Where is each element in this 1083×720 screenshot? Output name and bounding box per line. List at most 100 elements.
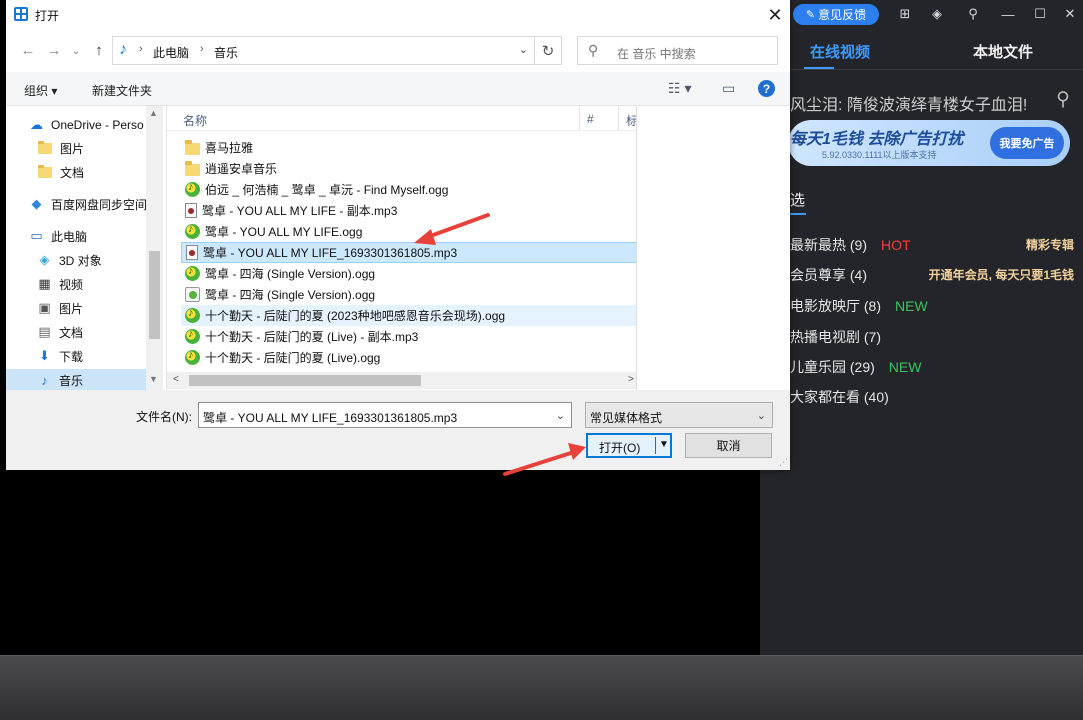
file-row[interactable]: 喜马拉雅 bbox=[181, 137, 636, 158]
open-button[interactable]: 打开(O) ▼ bbox=[586, 433, 672, 458]
dialog-close-button[interactable]: ✕ bbox=[760, 0, 790, 30]
mp3-file-icon bbox=[185, 203, 197, 218]
scroll-left-icon[interactable]: < bbox=[173, 374, 179, 385]
nav-pane-scrollbar[interactable]: ▲ ▼ bbox=[146, 106, 163, 390]
category-link[interactable]: 精彩专辑 bbox=[1026, 236, 1074, 253]
column-divider[interactable] bbox=[579, 106, 580, 131]
address-bar[interactable]: ♪ › 此电脑 › 音乐 ⌄ bbox=[112, 36, 535, 65]
nav-item-this-pc[interactable]: ▭ 此电脑 bbox=[28, 225, 87, 247]
folder-icon bbox=[38, 143, 52, 154]
category-row[interactable]: 会员尊享 (4) 开通年会员, 每天只要1毛钱 bbox=[790, 265, 1080, 285]
file-name: 喜马拉雅 bbox=[205, 139, 253, 156]
ad-remove-button[interactable]: 我要免广告 bbox=[990, 127, 1064, 159]
search-placeholder: 在 音乐 中搜索 bbox=[617, 45, 696, 62]
resize-grip-icon[interactable]: ⋰ bbox=[779, 457, 788, 468]
breadcrumb-this-pc[interactable]: 此电脑 bbox=[153, 44, 189, 61]
nav-item-pictures-pc[interactable]: ▣ 图片 bbox=[36, 297, 83, 319]
category-label: 热播电视剧 (7) bbox=[790, 329, 881, 345]
apps-icon[interactable]: ⊞ bbox=[897, 6, 913, 22]
feedback-button[interactable]: ✎ 意见反馈 bbox=[793, 4, 879, 25]
category-label: 电影放映厅 (8) bbox=[790, 298, 881, 314]
up-arrow-icon[interactable]: ↑ bbox=[89, 40, 109, 60]
scroll-up-icon[interactable]: ▲ bbox=[149, 108, 158, 118]
ad-main-text: 每天1毛钱 去除广告打扰 bbox=[790, 125, 963, 149]
nav-item-documents-pc[interactable]: ▤ 文档 bbox=[36, 321, 83, 343]
box-icon[interactable]: ◈ bbox=[929, 6, 945, 22]
nav-item-label: 此电脑 bbox=[51, 228, 87, 245]
category-row[interactable]: 最新最热 (9)HOT 精彩专辑 bbox=[790, 235, 1080, 255]
preview-pane-icon[interactable]: ▭ bbox=[722, 80, 735, 97]
filename-value: 鹭卓 - YOU ALL MY LIFE_1693301361805.mp3 bbox=[203, 409, 457, 426]
column-header-title[interactable]: 标 bbox=[626, 112, 636, 129]
chevron-down-icon[interactable]: ⌄ bbox=[556, 409, 565, 422]
nav-item-3d-objects[interactable]: ◈ 3D 对象 bbox=[36, 249, 102, 271]
category-row[interactable]: 大家都在看 (40) bbox=[790, 387, 1080, 407]
file-row-selected[interactable]: 鹭卓 - YOU ALL MY LIFE_1693301361805.mp3 bbox=[181, 242, 636, 263]
help-icon[interactable]: ? bbox=[758, 80, 775, 97]
chevron-down-icon[interactable]: ⌄ bbox=[519, 43, 528, 56]
back-arrow-icon[interactable]: ← bbox=[18, 40, 38, 60]
organize-menu[interactable]: 组织 ▾ bbox=[24, 82, 57, 99]
category-row[interactable]: 儿童乐园 (29)NEW bbox=[790, 357, 1080, 377]
file-row[interactable]: 鹭卓 - 四海 (Single Version).ogg bbox=[181, 284, 636, 305]
nav-item-downloads[interactable]: ⬇ 下载 bbox=[36, 345, 83, 367]
column-header-number[interactable]: # bbox=[587, 112, 594, 126]
scroll-right-icon[interactable]: > bbox=[628, 374, 634, 385]
cancel-button[interactable]: 取消 bbox=[685, 433, 772, 458]
filename-label: 文件名(N): bbox=[136, 408, 192, 425]
recent-locations-icon[interactable]: ⌄ bbox=[66, 40, 86, 60]
dropdown-arrow-icon[interactable]: ▼ bbox=[659, 439, 669, 450]
baidu-icon: ◆ bbox=[28, 196, 45, 212]
nav-item-label: 下载 bbox=[59, 348, 83, 365]
nav-item-videos[interactable]: ▦ 视频 bbox=[36, 273, 83, 295]
column-divider[interactable] bbox=[618, 106, 619, 131]
file-type-select[interactable]: 常见媒体格式 ⌄ bbox=[585, 402, 773, 428]
search-icon[interactable]: ⚲ bbox=[1056, 88, 1070, 111]
search-icon: ⚲ bbox=[588, 42, 598, 59]
horizontal-scrollbar[interactable]: < > bbox=[167, 372, 636, 389]
filename-input[interactable]: 鹭卓 - YOU ALL MY LIFE_1693301361805.mp3 ⌄ bbox=[198, 402, 572, 428]
scroll-thumb[interactable] bbox=[149, 251, 160, 339]
new-folder-button[interactable]: 新建文件夹 bbox=[92, 82, 152, 99]
file-row[interactable]: 十个勤天 - 后陡门的夏 (Live).ogg bbox=[181, 347, 636, 368]
dialog-footer: 文件名(N): 鹭卓 - YOU ALL MY LIFE_16933013618… bbox=[6, 390, 790, 470]
file-row[interactable]: 伯远 _ 何浩楠 _ 鹭卓 _ 卓沅 - Find Myself.ogg bbox=[181, 179, 636, 200]
view-options-icon[interactable]: ☷ ▾ bbox=[668, 80, 691, 97]
file-name: 鹭卓 - YOU ALL MY LIFE.ogg bbox=[205, 223, 362, 240]
nav-item-documents[interactable]: 文档 bbox=[38, 161, 84, 183]
file-row[interactable]: 十个勤天 - 后陡门的夏 (Live) - 副本.mp3 bbox=[181, 326, 636, 347]
category-row[interactable]: 电影放映厅 (8)NEW bbox=[790, 296, 1080, 316]
file-row[interactable]: 逍遥安卓音乐 bbox=[181, 158, 636, 179]
category-row[interactable]: 热播电视剧 (7) bbox=[790, 327, 1080, 347]
document-icon: ▤ bbox=[36, 324, 53, 340]
forward-arrow-icon[interactable]: → bbox=[44, 40, 64, 60]
ad-banner[interactable]: 每天1毛钱 去除广告打扰 5.92.0330.1111以上版本支持 我要免广告 bbox=[788, 120, 1070, 166]
breadcrumb-music[interactable]: 音乐 bbox=[214, 44, 238, 61]
tab-local-files[interactable]: 本地文件 bbox=[973, 41, 1033, 62]
pin-icon[interactable]: ⚲ bbox=[965, 6, 981, 22]
category-label: 会员尊享 (4) bbox=[790, 267, 867, 283]
maximize-icon[interactable]: ☐ bbox=[1032, 6, 1048, 22]
nav-item-label: OneDrive - Perso bbox=[51, 118, 144, 132]
close-icon[interactable]: ✕ bbox=[1062, 6, 1078, 22]
panel-search[interactable]: 风尘泪: 隋俊波演绎青楼女子血泪! ⚲ bbox=[788, 86, 1070, 116]
search-input[interactable]: ⚲ 在 音乐 中搜索 bbox=[577, 36, 778, 65]
scroll-thumb[interactable] bbox=[189, 375, 421, 386]
file-row[interactable]: 鹭卓 - 四海 (Single Version).ogg bbox=[181, 263, 636, 284]
nav-item-onedrive[interactable]: ☁ OneDrive - Perso bbox=[28, 114, 144, 136]
vip-promo-link[interactable]: 开通年会员, 每天只要1毛钱 bbox=[929, 266, 1074, 283]
column-header-name[interactable]: 名称 bbox=[183, 112, 207, 129]
tab-online-video[interactable]: 在线视频 bbox=[810, 41, 870, 62]
nav-item-baidu-sync[interactable]: ◆ 百度网盘同步空间 bbox=[28, 193, 147, 215]
file-row[interactable]: 鹭卓 - YOU ALL MY LIFE.ogg bbox=[181, 221, 636, 242]
nav-item-music[interactable]: ♪ 音乐 bbox=[6, 369, 146, 390]
section-title: 选 bbox=[790, 189, 805, 210]
folder-icon bbox=[185, 143, 200, 155]
computer-icon: ▭ bbox=[28, 228, 45, 244]
scroll-down-icon[interactable]: ▼ bbox=[149, 374, 158, 384]
nav-item-pictures[interactable]: 图片 bbox=[38, 137, 84, 159]
file-row[interactable]: 鹭卓 - YOU ALL MY LIFE - 副本.mp3 bbox=[181, 200, 636, 221]
file-row[interactable]: 十个勤天 - 后陡门的夏 (2023种地吧感恩音乐会现场).ogg bbox=[181, 305, 636, 326]
minimize-icon[interactable]: — bbox=[1000, 6, 1016, 22]
refresh-icon[interactable]: ↻ bbox=[535, 36, 562, 65]
